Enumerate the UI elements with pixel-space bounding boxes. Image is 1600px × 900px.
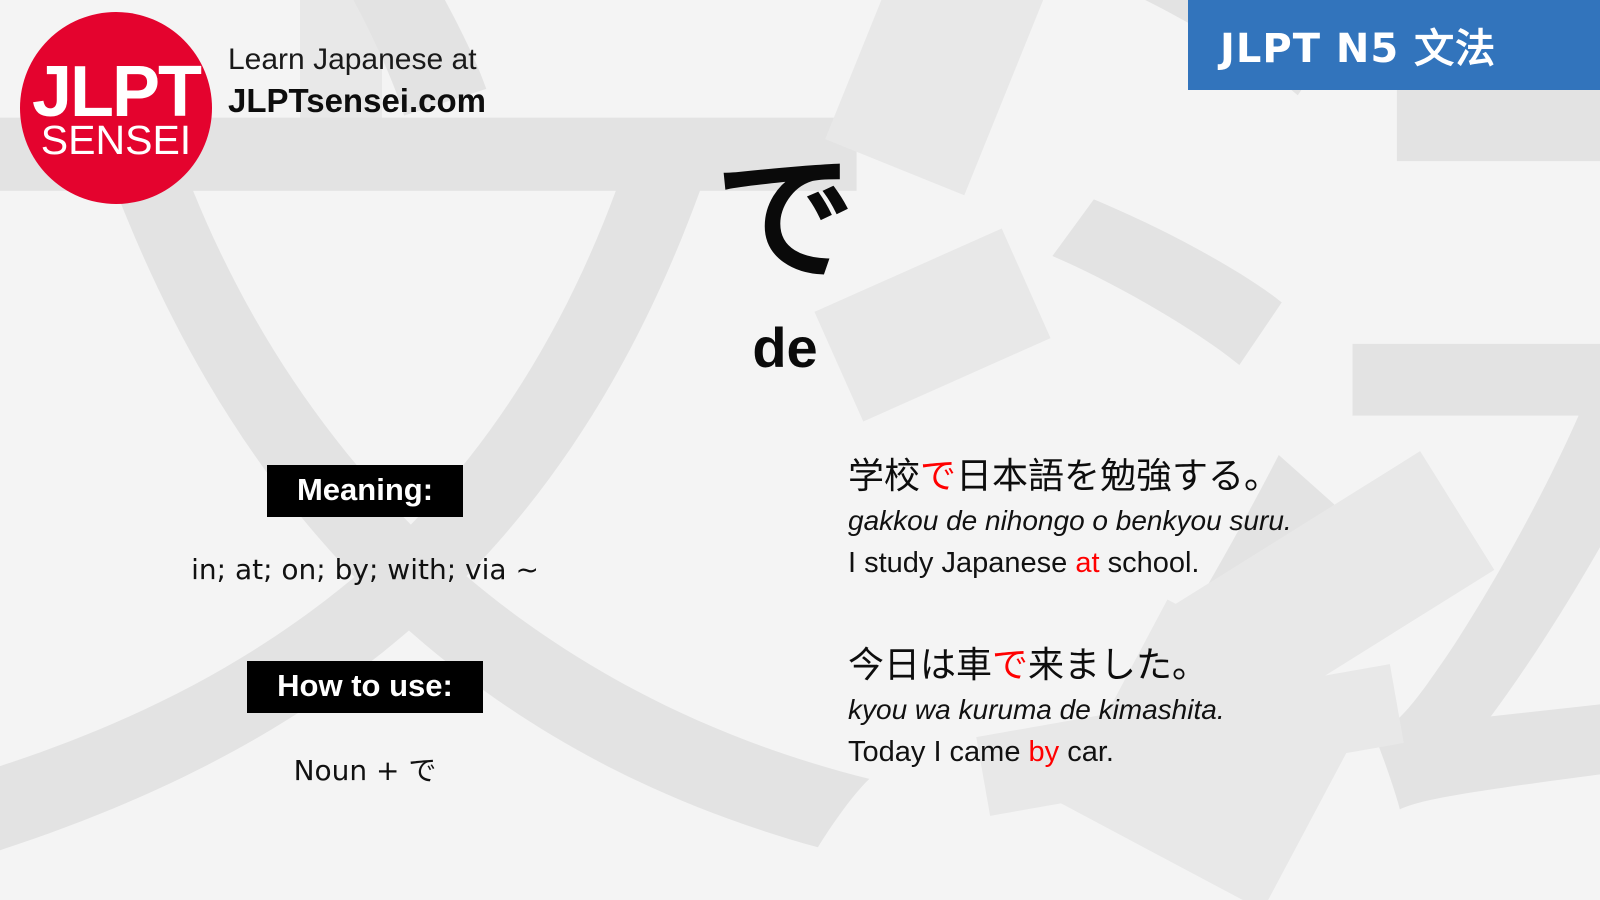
example-sentence-1: 学校で日本語を勉強する。 gakkou de nihongo o benkyou… [848,455,1568,586]
example-1-english: I study Japanese at school. [848,542,1568,586]
logo-jlpt-text: JLPT [31,52,202,133]
example-1-jp-highlight: で [920,456,957,497]
example-1-japanese: 学校で日本語を勉強する。 [848,455,1568,499]
logo-sensei-text: SENSEI [40,116,192,163]
example-2-en-before: Today I came [848,736,1029,769]
info-column: Meaning: in; at; on; by; with; via ~ How… [110,465,620,789]
hero-grammar-point: で de [620,150,950,376]
example-2-japanese: 今日は車で来ました。 [848,644,1568,688]
example-2-en-highlight: by [1028,736,1060,769]
jlpt-level-badge-label: JLPT N5 文法 [1220,26,1497,72]
usage-label: How to use: [247,661,483,713]
example-2-romaji: kyou wa kuruma de kimashita. [848,693,1225,725]
example-2-en-after: car. [1059,736,1114,769]
meaning-label: Meaning: [266,465,464,517]
hero-romaji: de [752,316,818,379]
site-url[interactable]: JLPTsensei.com [228,80,486,121]
hero-kana: で [714,138,855,301]
tagline-line-1: Learn Japanese at [228,43,477,76]
example-1-jp-before: 学校 [848,456,921,497]
jlpt-grammar-card: 文 法 JLPT SENSEI Learn Japanese at JLPTse… [0,0,1600,900]
example-1-en-highlight: at [1075,547,1100,580]
example-1-jp-after: 日本語を勉強する。 [956,456,1281,497]
jlpt-level-badge: JLPT N5 文法 [1188,0,1600,90]
example-2-jp-after: 来ました。 [1028,644,1209,686]
example-1-romaji: gakkou de nihongo o benkyou suru. [848,504,1292,536]
example-1-en-after: school. [1099,547,1200,580]
meaning-value: in; at; on; by; with; via ~ [191,553,539,586]
example-1-en-before: I study Japanese [848,547,1076,580]
example-2-english: Today I came by car. [848,731,1568,775]
example-sentence-2: 今日は車で来ました。 kyou wa kuruma de kimashita. … [848,644,1568,775]
meaning-block: Meaning: in; at; on; by; with; via ~ [110,465,620,586]
example-2-jp-before: 今日は車 [848,644,993,686]
jlpt-sensei-logo[interactable]: JLPT SENSEI [20,12,212,204]
site-tagline: Learn Japanese at JLPTsensei.com [228,42,486,121]
usage-value: Noun + で [293,754,437,787]
example-2-jp-highlight: で [992,644,1029,686]
examples-column: 学校で日本語を勉強する。 gakkou de nihongo o benkyou… [848,455,1568,775]
usage-block: How to use: Noun + で [110,661,620,789]
